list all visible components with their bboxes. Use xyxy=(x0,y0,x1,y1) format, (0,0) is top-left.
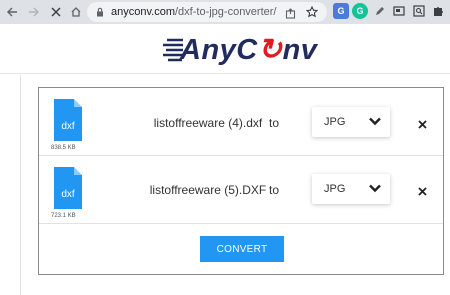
bookmark-star-icon[interactable] xyxy=(305,5,319,18)
close-icon xyxy=(51,7,61,17)
file-name: listoffreeware (4).dxf xyxy=(153,116,263,130)
logo-text-nv: nv xyxy=(282,34,318,66)
forward-arrow-icon xyxy=(29,7,39,17)
remove-file-button[interactable] xyxy=(415,184,429,198)
grammarly-extension-icon[interactable]: G xyxy=(352,3,368,19)
home-button[interactable] xyxy=(66,0,86,24)
puzzle-extensions-icon[interactable] xyxy=(430,3,446,19)
dxf-file-icon: dxf xyxy=(54,99,86,141)
left-divider xyxy=(20,75,21,295)
conversion-panel: dxf 838.5 KB listoffreeware (4).dxf to J… xyxy=(38,87,444,275)
file-size: 838.5 KB xyxy=(51,145,76,151)
pen-extension-icon[interactable] xyxy=(372,3,388,19)
logo-refresh-o-icon: ↻ xyxy=(257,34,283,66)
to-label: to xyxy=(269,116,280,130)
window-extension-icon[interactable] xyxy=(391,3,407,19)
file-row: dxf 723.1 KB listoffreeware (5).DXF to J… xyxy=(39,156,443,224)
remove-file-button[interactable] xyxy=(415,117,429,131)
translate-extension-icon[interactable]: G xyxy=(333,3,349,19)
format-select-value: JPG xyxy=(324,116,346,128)
dxf-file-icon: dxf xyxy=(54,167,86,209)
close-icon xyxy=(417,186,427,196)
close-icon xyxy=(417,119,427,129)
back-button[interactable] xyxy=(2,0,22,24)
file-ext-label: dxf xyxy=(61,121,75,132)
logo-text-any: Any xyxy=(180,34,237,66)
site-header: AnyC↻nv xyxy=(0,24,450,74)
file-ext-label: dxf xyxy=(61,189,75,200)
browser-toolbar: anyconv.com/dxf-to-jpg-converter/ G G xyxy=(0,0,450,24)
share-icon[interactable] xyxy=(285,6,296,19)
format-select-value: JPG xyxy=(324,183,346,195)
lock-icon xyxy=(97,7,103,17)
file-row: dxf 838.5 KB listoffreeware (4).dxf to J… xyxy=(39,88,443,156)
file-name: listoffreeware (5).DXF xyxy=(149,183,267,197)
back-arrow-icon xyxy=(7,7,17,17)
convert-button[interactable]: CONVERT xyxy=(200,236,284,262)
format-select[interactable]: JPG xyxy=(312,107,390,137)
home-icon xyxy=(71,7,81,17)
file-size: 723.1 KB xyxy=(51,213,76,219)
logo-text-c: C xyxy=(236,34,258,66)
search-extension-icon[interactable] xyxy=(411,3,427,19)
chevron-down-icon xyxy=(369,184,381,193)
anyconv-logo[interactable]: AnyC↻nv xyxy=(163,32,323,66)
forward-button[interactable] xyxy=(24,0,44,24)
format-select[interactable]: JPG xyxy=(312,174,390,204)
url-path: /dxf-to-jpg-converter/ xyxy=(175,6,277,18)
to-label: to xyxy=(269,183,280,197)
stop-button[interactable] xyxy=(46,0,66,24)
url-host: anyconv.com xyxy=(111,6,175,18)
chevron-down-icon xyxy=(369,117,381,126)
